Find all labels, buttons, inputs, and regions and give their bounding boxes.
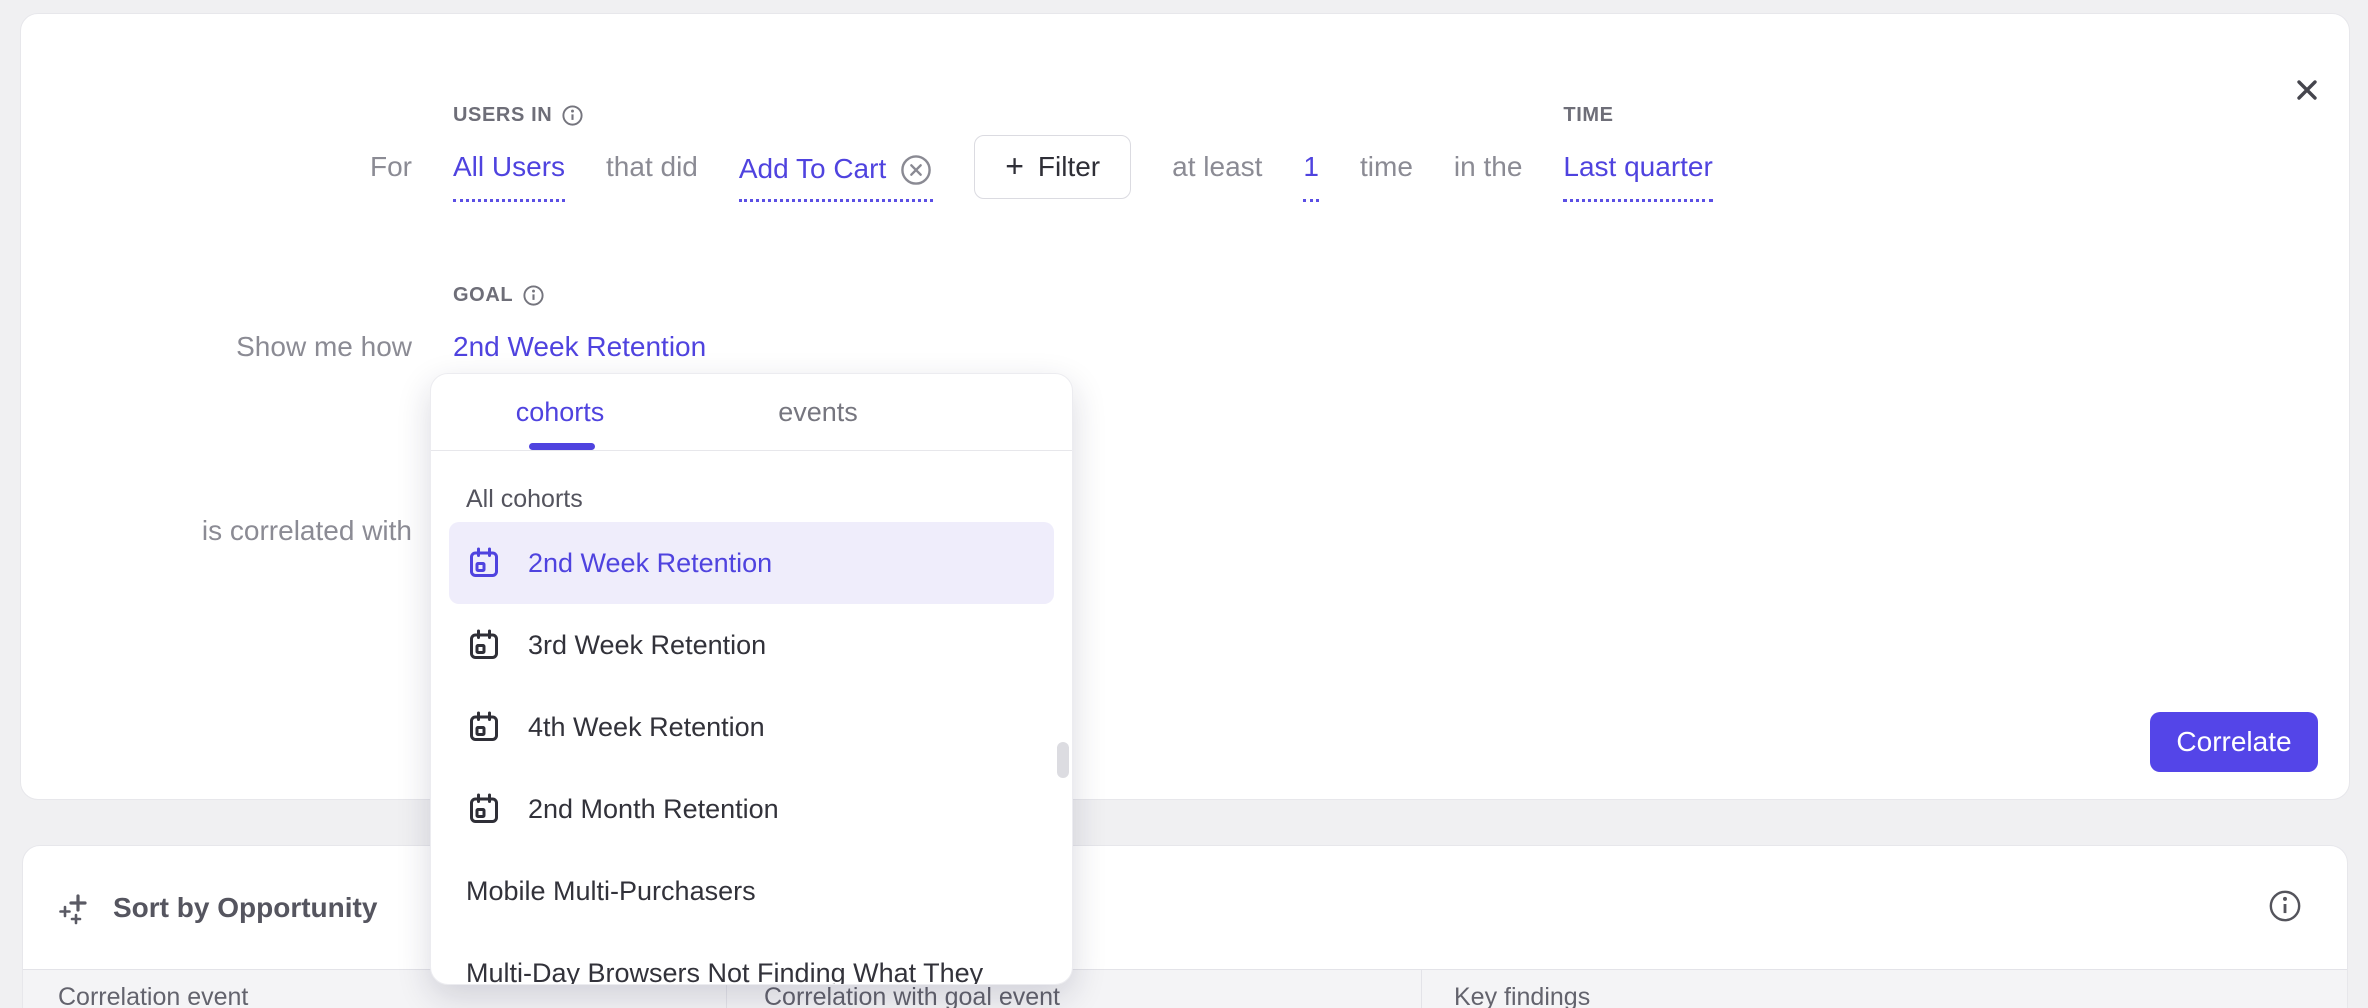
- cohort-list-item[interactable]: 2nd Month Retention: [449, 768, 1054, 850]
- sort-bar: Sort by Opportunity: [23, 846, 2347, 969]
- add-filter-button[interactable]: + Filter: [974, 135, 1131, 199]
- in-the-text: in the: [1454, 150, 1523, 184]
- sparkle-sort-icon: [56, 888, 96, 928]
- results-card: Sort by Opportunity Correlation eventCor…: [22, 845, 2348, 1008]
- cohort-item-label: 2nd Week Retention: [528, 548, 772, 579]
- close-button[interactable]: [2283, 66, 2331, 114]
- goal-picker-tabs: cohortsevents: [431, 374, 1072, 451]
- calendar-icon: [466, 545, 502, 581]
- cohort-list-item[interactable]: 4th Week Retention: [449, 686, 1054, 768]
- column-header: Correlation event: [58, 983, 248, 1008]
- results-info-button[interactable]: [2267, 889, 2303, 925]
- cohorts-section-label: All cohorts: [466, 485, 1072, 514]
- remove-event-icon[interactable]: [899, 153, 933, 187]
- that-did-text: that did: [606, 150, 698, 184]
- cohort-item-label: Mobile Multi-Purchasers: [466, 876, 756, 907]
- info-icon: [2268, 889, 2302, 923]
- row1-prefix: For: [21, 150, 412, 184]
- count-selector[interactable]: 1: [1303, 150, 1319, 202]
- scrollbar-thumb[interactable]: [1057, 742, 1069, 778]
- row3-prefix: is correlated with: [21, 514, 412, 548]
- cohort-list-item[interactable]: Mobile Multi-Purchasers: [449, 850, 1054, 932]
- time-word-text: time: [1360, 150, 1413, 184]
- at-least-text: at least: [1172, 150, 1262, 184]
- query-row-users: For USERS IN All Users that did: [21, 150, 2351, 202]
- plus-icon: +: [1005, 150, 1024, 182]
- cohort-item-label: 4th Week Retention: [528, 712, 765, 743]
- cohort-item-label: Multi-Day Browsers Not Finding What They: [466, 958, 983, 986]
- users-in-label: USERS IN: [453, 104, 584, 127]
- sort-by-opportunity-button[interactable]: Sort by Opportunity: [113, 892, 377, 924]
- column-header: Correlation with goal event: [764, 983, 1060, 1008]
- results-table-header: Correlation event Correlation with goal e…: [23, 969, 2347, 1008]
- cohort-item-label: 2nd Month Retention: [528, 794, 779, 825]
- row2-prefix: Show me how: [21, 330, 412, 364]
- cohort-list-item[interactable]: 2nd Week Retention: [449, 522, 1054, 604]
- info-icon: [522, 284, 545, 307]
- time-label: TIME: [1563, 104, 1613, 127]
- cohort-list: 2nd Week Retention 3rd Week Retention 4t…: [431, 522, 1072, 985]
- cohort-item-label: 3rd Week Retention: [528, 630, 766, 661]
- cohort-list-item[interactable]: Multi-Day Browsers Not Finding What They: [449, 932, 1054, 985]
- query-builder-card: For USERS IN All Users that did: [20, 13, 2350, 800]
- goal-label: GOAL: [453, 284, 545, 307]
- active-tab-indicator: [529, 443, 595, 450]
- column-header: Key findings: [1454, 983, 1590, 1008]
- correlate-button[interactable]: Correlate: [2150, 712, 2318, 772]
- users-in-selector[interactable]: All Users: [453, 150, 565, 202]
- close-icon: [2291, 74, 2323, 106]
- event-selector-label: Add To Cart: [739, 152, 886, 186]
- event-selector[interactable]: Add To Cart: [739, 150, 933, 202]
- info-icon: [561, 104, 584, 127]
- time-range-selector[interactable]: Last quarter: [1563, 150, 1712, 202]
- query-row-correlated: is correlated with: [21, 514, 2351, 548]
- calendar-icon: [466, 627, 502, 663]
- correlations-screen: For USERS IN All Users that did: [0, 0, 2368, 1008]
- tab-cohorts[interactable]: cohorts: [431, 374, 689, 450]
- tab-events[interactable]: events: [689, 374, 947, 450]
- column-divider: [1421, 970, 1422, 1008]
- calendar-icon: [466, 709, 502, 745]
- query-row-goal: Show me how GOAL 2nd Week Retention: [21, 330, 2351, 382]
- cohort-list-item[interactable]: 3rd Week Retention: [449, 604, 1054, 686]
- calendar-icon: [466, 791, 502, 827]
- goal-picker-dropdown: cohortsevents All cohorts 2nd Week Reten…: [430, 373, 1073, 985]
